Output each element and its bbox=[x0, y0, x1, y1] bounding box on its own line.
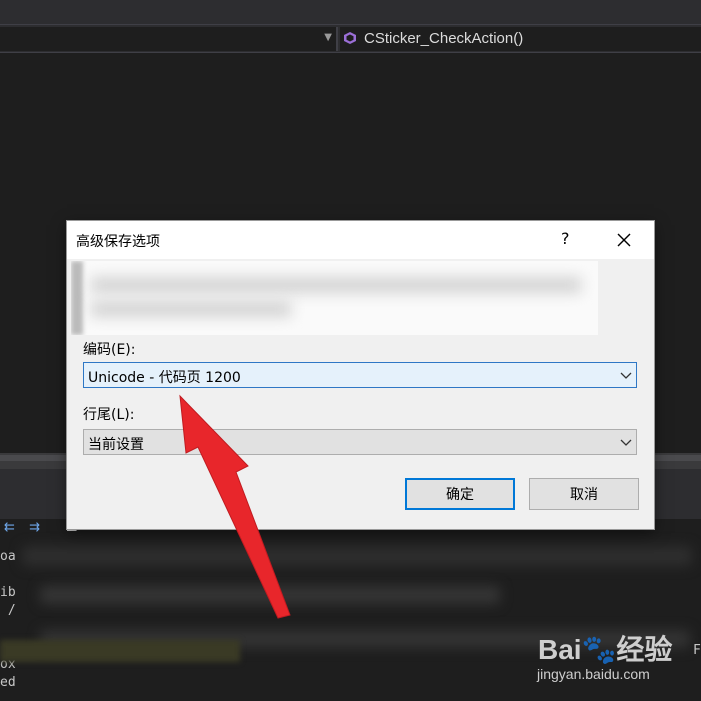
encoding-value: Unicode - 代码页 1200 bbox=[88, 370, 241, 386]
blurred-description bbox=[71, 261, 598, 335]
blurred-output bbox=[40, 586, 500, 604]
function-name: CSticker_CheckAction() bbox=[364, 30, 524, 47]
output-line: ed bbox=[0, 675, 16, 690]
baidu-jingyan-watermark: Bai🐾经验 bbox=[538, 634, 673, 665]
advanced-save-options-dialog: 高级保存选项 ? 编码(E): Unicode - 代码页 1200 行尾(L)… bbox=[67, 221, 654, 529]
highlighted-output-line bbox=[0, 640, 240, 662]
ok-button[interactable]: 确定 bbox=[405, 478, 515, 510]
output-line: oa bbox=[0, 549, 16, 564]
ide-navigation-bar: ▼ CSticker_CheckAction() bbox=[0, 24, 701, 53]
chevron-down-icon bbox=[620, 372, 632, 379]
cancel-button[interactable]: 取消 bbox=[529, 478, 639, 510]
dialog-title-bar: 高级保存选项 ? bbox=[67, 221, 654, 259]
help-button[interactable]: ? bbox=[561, 229, 570, 248]
scope-dropdown[interactable]: ▼ bbox=[0, 27, 336, 51]
line-ending-value: 当前设置 bbox=[88, 437, 144, 453]
output-line: / bbox=[0, 603, 16, 618]
chevron-down-icon: ▼ bbox=[324, 32, 332, 43]
blurred-image bbox=[71, 261, 83, 335]
chevron-down-icon bbox=[620, 439, 632, 446]
watermark-url: jingyan.baidu.com bbox=[537, 666, 650, 682]
next-message-icon[interactable]: ⇉ bbox=[29, 520, 45, 536]
blurred-text bbox=[91, 277, 581, 293]
dialog-title: 高级保存选项 bbox=[76, 234, 160, 250]
blurred-output bbox=[22, 546, 692, 566]
line-ending-select[interactable]: 当前设置 bbox=[83, 429, 637, 455]
blurred-text bbox=[91, 301, 291, 317]
nav-divider bbox=[336, 27, 338, 51]
encoding-select[interactable]: Unicode - 代码页 1200 bbox=[83, 362, 637, 388]
function-dropdown[interactable]: CSticker_CheckAction() bbox=[340, 27, 701, 51]
output-right-text: F bbox=[693, 643, 701, 658]
function-cube-icon bbox=[344, 32, 356, 44]
output-line: ib bbox=[0, 585, 16, 600]
output-text: oa ib / ox ed bbox=[0, 548, 16, 692]
ide-title-bar bbox=[0, 0, 701, 24]
close-icon[interactable] bbox=[614, 230, 634, 250]
line-ending-label: 行尾(L): bbox=[83, 407, 135, 423]
previous-message-icon[interactable]: ⇇ bbox=[4, 520, 20, 536]
encoding-label: 编码(E): bbox=[83, 342, 136, 358]
